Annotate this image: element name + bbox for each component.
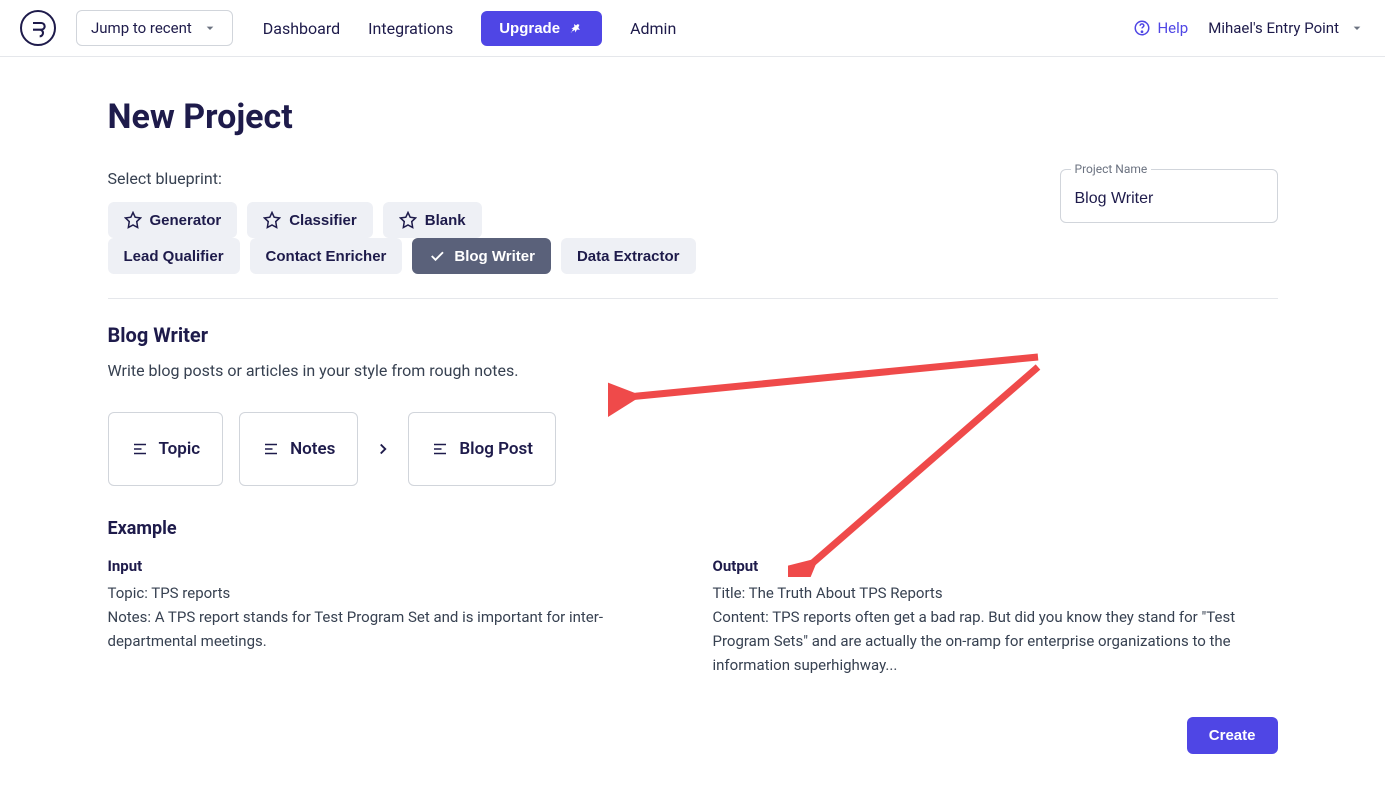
check-icon: [428, 247, 446, 265]
notes-icon: [131, 440, 149, 458]
example-columns: Input Topic: TPS reports Notes: A TPS re…: [108, 557, 1278, 677]
example-output-col: Output Title: The Truth About TPS Report…: [713, 557, 1278, 677]
detail-title: Blog Writer: [108, 323, 1278, 347]
output-content-text: Content: TPS reports often get a bad rap…: [713, 605, 1278, 677]
help-link[interactable]: Help: [1133, 19, 1188, 37]
page-title: New Project: [108, 97, 1278, 137]
jump-to-recent-dropdown[interactable]: Jump to recent: [76, 10, 233, 46]
nav-integrations[interactable]: Integrations: [368, 19, 453, 38]
caret-down-icon: [1349, 20, 1365, 36]
workspace-dropdown[interactable]: Mihael's Entry Point: [1208, 19, 1365, 37]
output-title-text: Title: The Truth About TPS Reports: [713, 581, 1278, 605]
workspace-label: Mihael's Entry Point: [1208, 19, 1339, 37]
blueprint-and-name-row: Select blueprint: Generator Classifier B…: [108, 169, 1278, 274]
blueprint-row-2: Lead Qualifier Contact Enricher Blog Wri…: [108, 238, 696, 274]
project-name-input[interactable]: [1075, 190, 1263, 208]
page-content: New Project Select blueprint: Generator …: [88, 57, 1298, 717]
blueprint-classifier[interactable]: Classifier: [247, 202, 373, 238]
input-header: Input: [108, 557, 673, 575]
select-blueprint-label: Select blueprint:: [108, 169, 696, 188]
topbar-right: Help Mihael's Entry Point: [1133, 19, 1365, 37]
input-card-topic: Topic: [108, 412, 224, 486]
create-button[interactable]: Create: [1187, 717, 1278, 754]
nav-dashboard[interactable]: Dashboard: [263, 19, 340, 38]
detail-desc: Write blog posts or articles in your sty…: [108, 361, 1278, 380]
chevron-right-icon: [374, 440, 392, 458]
example-input-col: Input Topic: TPS reports Notes: A TPS re…: [108, 557, 673, 677]
input-card-notes: Notes: [239, 412, 358, 486]
notes-icon: [262, 440, 280, 458]
blueprint-section: Select blueprint: Generator Classifier B…: [108, 169, 696, 274]
help-label: Help: [1157, 19, 1188, 37]
input-topic-text: Topic: TPS reports: [108, 581, 673, 605]
output-card-blog-post: Blog Post: [408, 412, 556, 486]
output-header: Output: [713, 557, 1278, 575]
blueprint-row-1: Generator Classifier Blank: [108, 202, 696, 238]
blueprint-blank[interactable]: Blank: [383, 202, 482, 238]
divider: [108, 298, 1278, 299]
help-circle-icon: [1133, 19, 1151, 37]
star-icon: [399, 211, 417, 229]
star-icon: [124, 211, 142, 229]
rocket-icon: [568, 20, 584, 36]
upgrade-button[interactable]: Upgrade: [481, 11, 602, 46]
nav-links: Dashboard Integrations Upgrade Admin: [263, 11, 677, 46]
blueprint-blog-writer[interactable]: Blog Writer: [412, 238, 551, 274]
star-icon: [263, 211, 281, 229]
io-row: Topic Notes Blog Post: [108, 412, 1278, 486]
logo: [20, 10, 56, 46]
blueprint-generator[interactable]: Generator: [108, 202, 238, 238]
annotation-arrow-1: [608, 347, 1048, 417]
nav-admin[interactable]: Admin: [630, 19, 676, 38]
project-name-field[interactable]: Project Name: [1060, 169, 1278, 223]
top-navbar: Jump to recent Dashboard Integrations Up…: [0, 0, 1385, 57]
blueprint-lead-qualifier[interactable]: Lead Qualifier: [108, 238, 240, 274]
blueprint-contact-enricher[interactable]: Contact Enricher: [250, 238, 403, 274]
jump-label: Jump to recent: [91, 19, 192, 37]
input-notes-text: Notes: A TPS report stands for Test Prog…: [108, 605, 673, 653]
notes-icon: [431, 440, 449, 458]
caret-down-icon: [202, 20, 218, 36]
blueprint-data-extractor[interactable]: Data Extractor: [561, 238, 696, 274]
example-heading: Example: [108, 518, 1278, 539]
project-name-label: Project Name: [1071, 162, 1152, 176]
upgrade-label: Upgrade: [499, 20, 560, 37]
